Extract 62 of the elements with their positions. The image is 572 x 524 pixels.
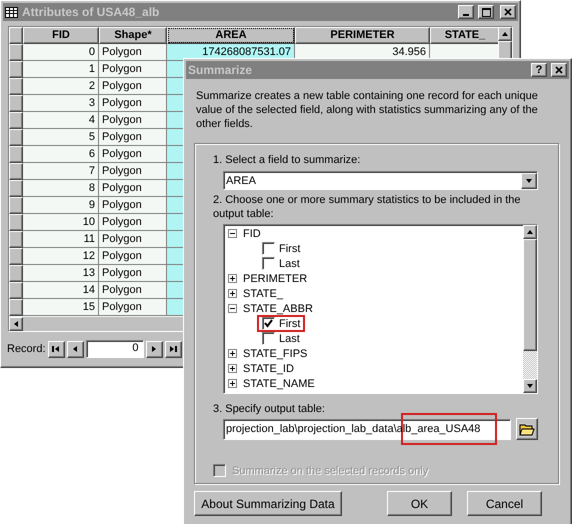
table-cell: Polygon	[99, 61, 167, 78]
column-header[interactable]: STATE_	[430, 27, 498, 44]
table-cell: 10	[23, 214, 99, 231]
table-cell: Polygon	[99, 180, 167, 197]
table-cell: 5	[23, 129, 99, 146]
field-label: STATE_NAME	[243, 378, 315, 390]
table-cell: 3	[23, 95, 99, 112]
table-cell: 6	[23, 146, 99, 163]
column-header[interactable]: PERIMETER	[295, 27, 430, 44]
field-label: STATE_	[243, 288, 283, 300]
help-button[interactable]: ?	[531, 63, 547, 77]
checkbox-label: Summarize on the selected records only	[232, 464, 428, 476]
table-cell: 15	[23, 299, 99, 316]
table-cell: Polygon	[99, 197, 167, 214]
table-cell: 11	[23, 231, 99, 248]
step-label: 2. Choose one or more summary statistics to be included in the output table:	[213, 193, 522, 221]
table-cell: Polygon	[99, 231, 167, 248]
table-cell: 13	[23, 265, 99, 282]
table-cell: 4	[23, 112, 99, 129]
table-cell: 1	[23, 61, 99, 78]
field-label: STATE_FIPS	[243, 348, 308, 360]
table-cell: Polygon	[99, 78, 167, 95]
table-cell: Polygon	[99, 95, 167, 112]
table-cell: Polygon	[99, 112, 167, 129]
window-title: Attributes of USA48_alb	[22, 5, 160, 19]
table-cell: 9	[23, 197, 99, 214]
table-cell: Polygon	[99, 299, 167, 316]
table-cell: Polygon	[99, 214, 167, 231]
table-cell: 14	[23, 282, 99, 299]
dialog-title: Summarize	[188, 63, 254, 77]
dialog-button[interactable]: OK	[387, 491, 452, 516]
table-cell: Polygon	[99, 248, 167, 265]
table-cell: 7	[23, 163, 99, 180]
description-text: Summarize creates a new table containing one record for each unique value of the selected field, along with statistics summarizing any of the other fields.	[196, 89, 539, 131]
field-label: FID	[243, 228, 261, 240]
statistic-label: First	[279, 318, 300, 330]
table-cell: 8	[23, 180, 99, 197]
statistic-label: First	[279, 242, 300, 254]
table-cell: 2	[23, 78, 99, 95]
statistic-label: Last	[279, 332, 300, 344]
field-label: STATE_ID	[243, 362, 294, 374]
dialog-button[interactable]: About Summarizing Data	[194, 491, 342, 516]
record-label: Record:	[7, 343, 46, 355]
column-header[interactable]: FID	[23, 27, 99, 44]
field-dropdown[interactable]: AREA	[223, 171, 538, 190]
table-cell: Polygon	[99, 44, 167, 61]
table-cell: Polygon	[99, 265, 167, 282]
dialog-button[interactable]: Cancel	[467, 491, 542, 516]
table-cell: Polygon	[99, 146, 167, 163]
table-cell: 0	[23, 44, 99, 61]
step-label: 3. Specify output table:	[213, 402, 326, 416]
field-label: STATE_ABBR	[243, 302, 313, 314]
step-label: 1. Select a field to summarize:	[213, 153, 362, 167]
column-header[interactable]: Shape*	[99, 27, 167, 44]
statistic-label: Last	[279, 258, 300, 270]
table-cell: Polygon	[99, 163, 167, 180]
table-cell: Polygon	[99, 129, 167, 146]
column-header[interactable]: AREA	[167, 27, 295, 44]
table-cell: 12	[23, 248, 99, 265]
table-cell: Polygon	[99, 282, 167, 299]
record-field[interactable]: 0	[86, 340, 144, 358]
field-label: PERIMETER	[243, 272, 308, 284]
